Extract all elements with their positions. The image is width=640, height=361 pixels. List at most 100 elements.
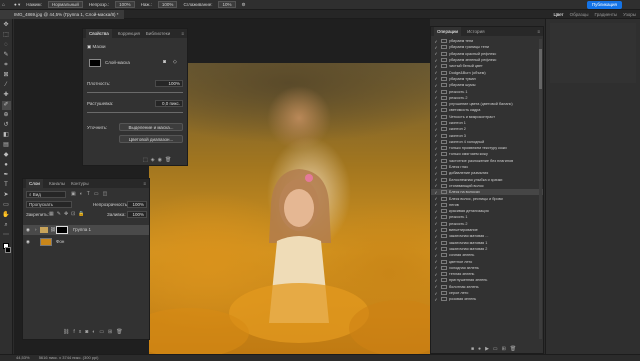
checkmark-icon[interactable]: ✓: [431, 133, 441, 138]
eraser-tool-icon[interactable]: ◧: [2, 131, 11, 140]
checkmark-icon[interactable]: ✓: [431, 228, 441, 233]
link-layers-icon[interactable]: ⛓: [63, 329, 73, 335]
crop-tool-icon[interactable]: ⌗: [2, 61, 11, 70]
checkmark-icon[interactable]: ✓: [431, 39, 441, 44]
checkmark-icon[interactable]: ✓: [431, 58, 441, 63]
photo-image[interactable]: [149, 63, 430, 354]
dialog-toggle-icon[interactable]: [441, 146, 447, 151]
dialog-toggle-icon[interactable]: [441, 234, 447, 239]
checkmark-icon[interactable]: ✓: [431, 89, 441, 94]
dialog-toggle-icon[interactable]: [441, 45, 447, 50]
eyedropper-tool-icon[interactable]: ⁄: [2, 81, 11, 90]
dialog-toggle-icon[interactable]: [441, 39, 447, 44]
layers-menu-icon[interactable]: ≡: [143, 181, 146, 186]
checkmark-icon[interactable]: ✓: [431, 196, 441, 201]
healing-tool-icon[interactable]: ✚: [2, 91, 11, 100]
checkmark-icon[interactable]: ✓: [431, 272, 441, 277]
checkmark-icon[interactable]: ✓: [431, 183, 441, 188]
checkmark-icon[interactable]: ✓: [431, 102, 441, 107]
dialog-toggle-icon[interactable]: [441, 108, 447, 113]
tab-history[interactable]: История: [467, 29, 484, 34]
dialog-toggle-icon[interactable]: [441, 152, 447, 157]
new-set-icon[interactable]: ▭: [493, 346, 502, 352]
tab-properties[interactable]: Свойства: [86, 29, 112, 38]
checkmark-icon[interactable]: ✓: [431, 253, 441, 258]
dialog-toggle-icon[interactable]: [441, 209, 447, 214]
tab-actions[interactable]: Операции: [434, 27, 462, 36]
dialog-toggle-icon[interactable]: [441, 127, 447, 132]
dodge-tool-icon[interactable]: ●: [2, 161, 11, 170]
pixel-mask-icon[interactable]: ◙: [163, 59, 166, 65]
smoothing-input[interactable]: 10%: [218, 1, 236, 8]
background-color-swatch[interactable]: [5, 247, 11, 253]
lock-pixels-icon[interactable]: ▦: [49, 211, 57, 217]
dialog-toggle-icon[interactable]: [441, 190, 447, 195]
history-brush-tool-icon[interactable]: ↺: [2, 121, 11, 130]
expand-arrow-icon[interactable]: ›: [35, 225, 37, 235]
tab-adjustments[interactable]: Коррекция: [118, 31, 140, 36]
filter-pixel-icon[interactable]: ▣: [71, 191, 80, 197]
layer-name[interactable]: Фон: [56, 237, 64, 247]
tab-channels[interactable]: Каналы: [49, 181, 65, 186]
stop-icon[interactable]: ■: [471, 346, 478, 352]
frame-tool-icon[interactable]: ⊠: [2, 71, 11, 80]
flow-input[interactable]: 100%: [157, 1, 178, 8]
checkmark-icon[interactable]: ✓: [431, 127, 441, 132]
actions-scrollbar[interactable]: [539, 39, 542, 339]
dialog-toggle-icon[interactable]: [441, 70, 447, 75]
mask-thumbnail[interactable]: [89, 59, 101, 67]
tab-gradients[interactable]: Градиенты: [595, 10, 618, 19]
zoom-tool-icon[interactable]: ⌕: [2, 221, 11, 230]
checkmark-icon[interactable]: ✓: [431, 121, 441, 126]
record-icon[interactable]: ●: [478, 346, 485, 352]
dialog-toggle-icon[interactable]: [441, 64, 447, 69]
blur-tool-icon[interactable]: ◆: [2, 151, 11, 160]
checkmark-icon[interactable]: ✓: [431, 64, 441, 69]
dialog-toggle-icon[interactable]: [441, 253, 447, 258]
checkmark-icon[interactable]: ✓: [431, 190, 441, 195]
lasso-tool-icon[interactable]: ◌: [2, 41, 11, 50]
tab-patterns[interactable]: Узоры: [623, 10, 636, 19]
brush-tool-icon[interactable]: ✐: [1, 101, 11, 110]
dialog-toggle-icon[interactable]: [441, 259, 447, 264]
clone-tool-icon[interactable]: ⊕: [2, 111, 11, 120]
visibility-icon[interactable]: ◉: [158, 157, 165, 163]
filter-type-icon[interactable]: T: [87, 191, 94, 197]
checkmark-icon[interactable]: ✓: [431, 240, 441, 245]
checkmark-icon[interactable]: ✓: [431, 265, 441, 270]
dialog-toggle-icon[interactable]: [441, 177, 447, 182]
layer-row-group[interactable]: ◉ › ⛓ Группа 1: [23, 225, 149, 235]
fx-icon[interactable]: fx: [73, 329, 85, 335]
document-tab[interactable]: IMG_4869.jpg @ 44,5% (Группа 1, Слой-мас…: [0, 10, 125, 19]
dialog-toggle-icon[interactable]: [441, 221, 447, 226]
new-action-icon[interactable]: ⊞: [502, 346, 510, 352]
checkmark-icon[interactable]: ✓: [431, 291, 441, 296]
density-slider[interactable]: [87, 92, 183, 93]
panel-menu-icon[interactable]: ≡: [181, 31, 184, 36]
apply-mask-icon[interactable]: ◈: [151, 157, 158, 163]
dialog-toggle-icon[interactable]: [441, 196, 447, 201]
filter-smart-icon[interactable]: ◫: [103, 191, 112, 197]
dialog-toggle-icon[interactable]: [441, 202, 447, 207]
tab-paths[interactable]: Контуры: [71, 181, 89, 186]
dialog-toggle-icon[interactable]: [441, 114, 447, 119]
dialog-toggle-icon[interactable]: [441, 89, 447, 94]
play-icon[interactable]: ▶: [485, 346, 493, 352]
checkmark-icon[interactable]: ✓: [431, 152, 441, 157]
layer-filter[interactable]: ⌕ Вид: [26, 191, 66, 198]
feather-slider[interactable]: [87, 112, 183, 113]
tab-color[interactable]: Цвет: [554, 10, 564, 19]
dialog-toggle-icon[interactable]: [441, 58, 447, 63]
checkmark-icon[interactable]: ✓: [431, 297, 441, 302]
dialog-toggle-icon[interactable]: [441, 240, 447, 245]
checkmark-icon[interactable]: ✓: [431, 95, 441, 100]
blend-mode-select[interactable]: Нормальный: [47, 1, 83, 8]
marquee-tool-icon[interactable]: ⬚: [2, 31, 11, 40]
dialog-toggle-icon[interactable]: [441, 95, 447, 100]
dialog-toggle-icon[interactable]: [441, 51, 447, 56]
load-selection-icon[interactable]: ⬚: [143, 157, 151, 163]
visibility-eye-icon[interactable]: ◉: [26, 225, 30, 235]
trash-icon[interactable]: 🗑: [165, 157, 174, 163]
checkmark-icon[interactable]: ✓: [431, 76, 441, 81]
dialog-toggle-icon[interactable]: [441, 183, 447, 188]
